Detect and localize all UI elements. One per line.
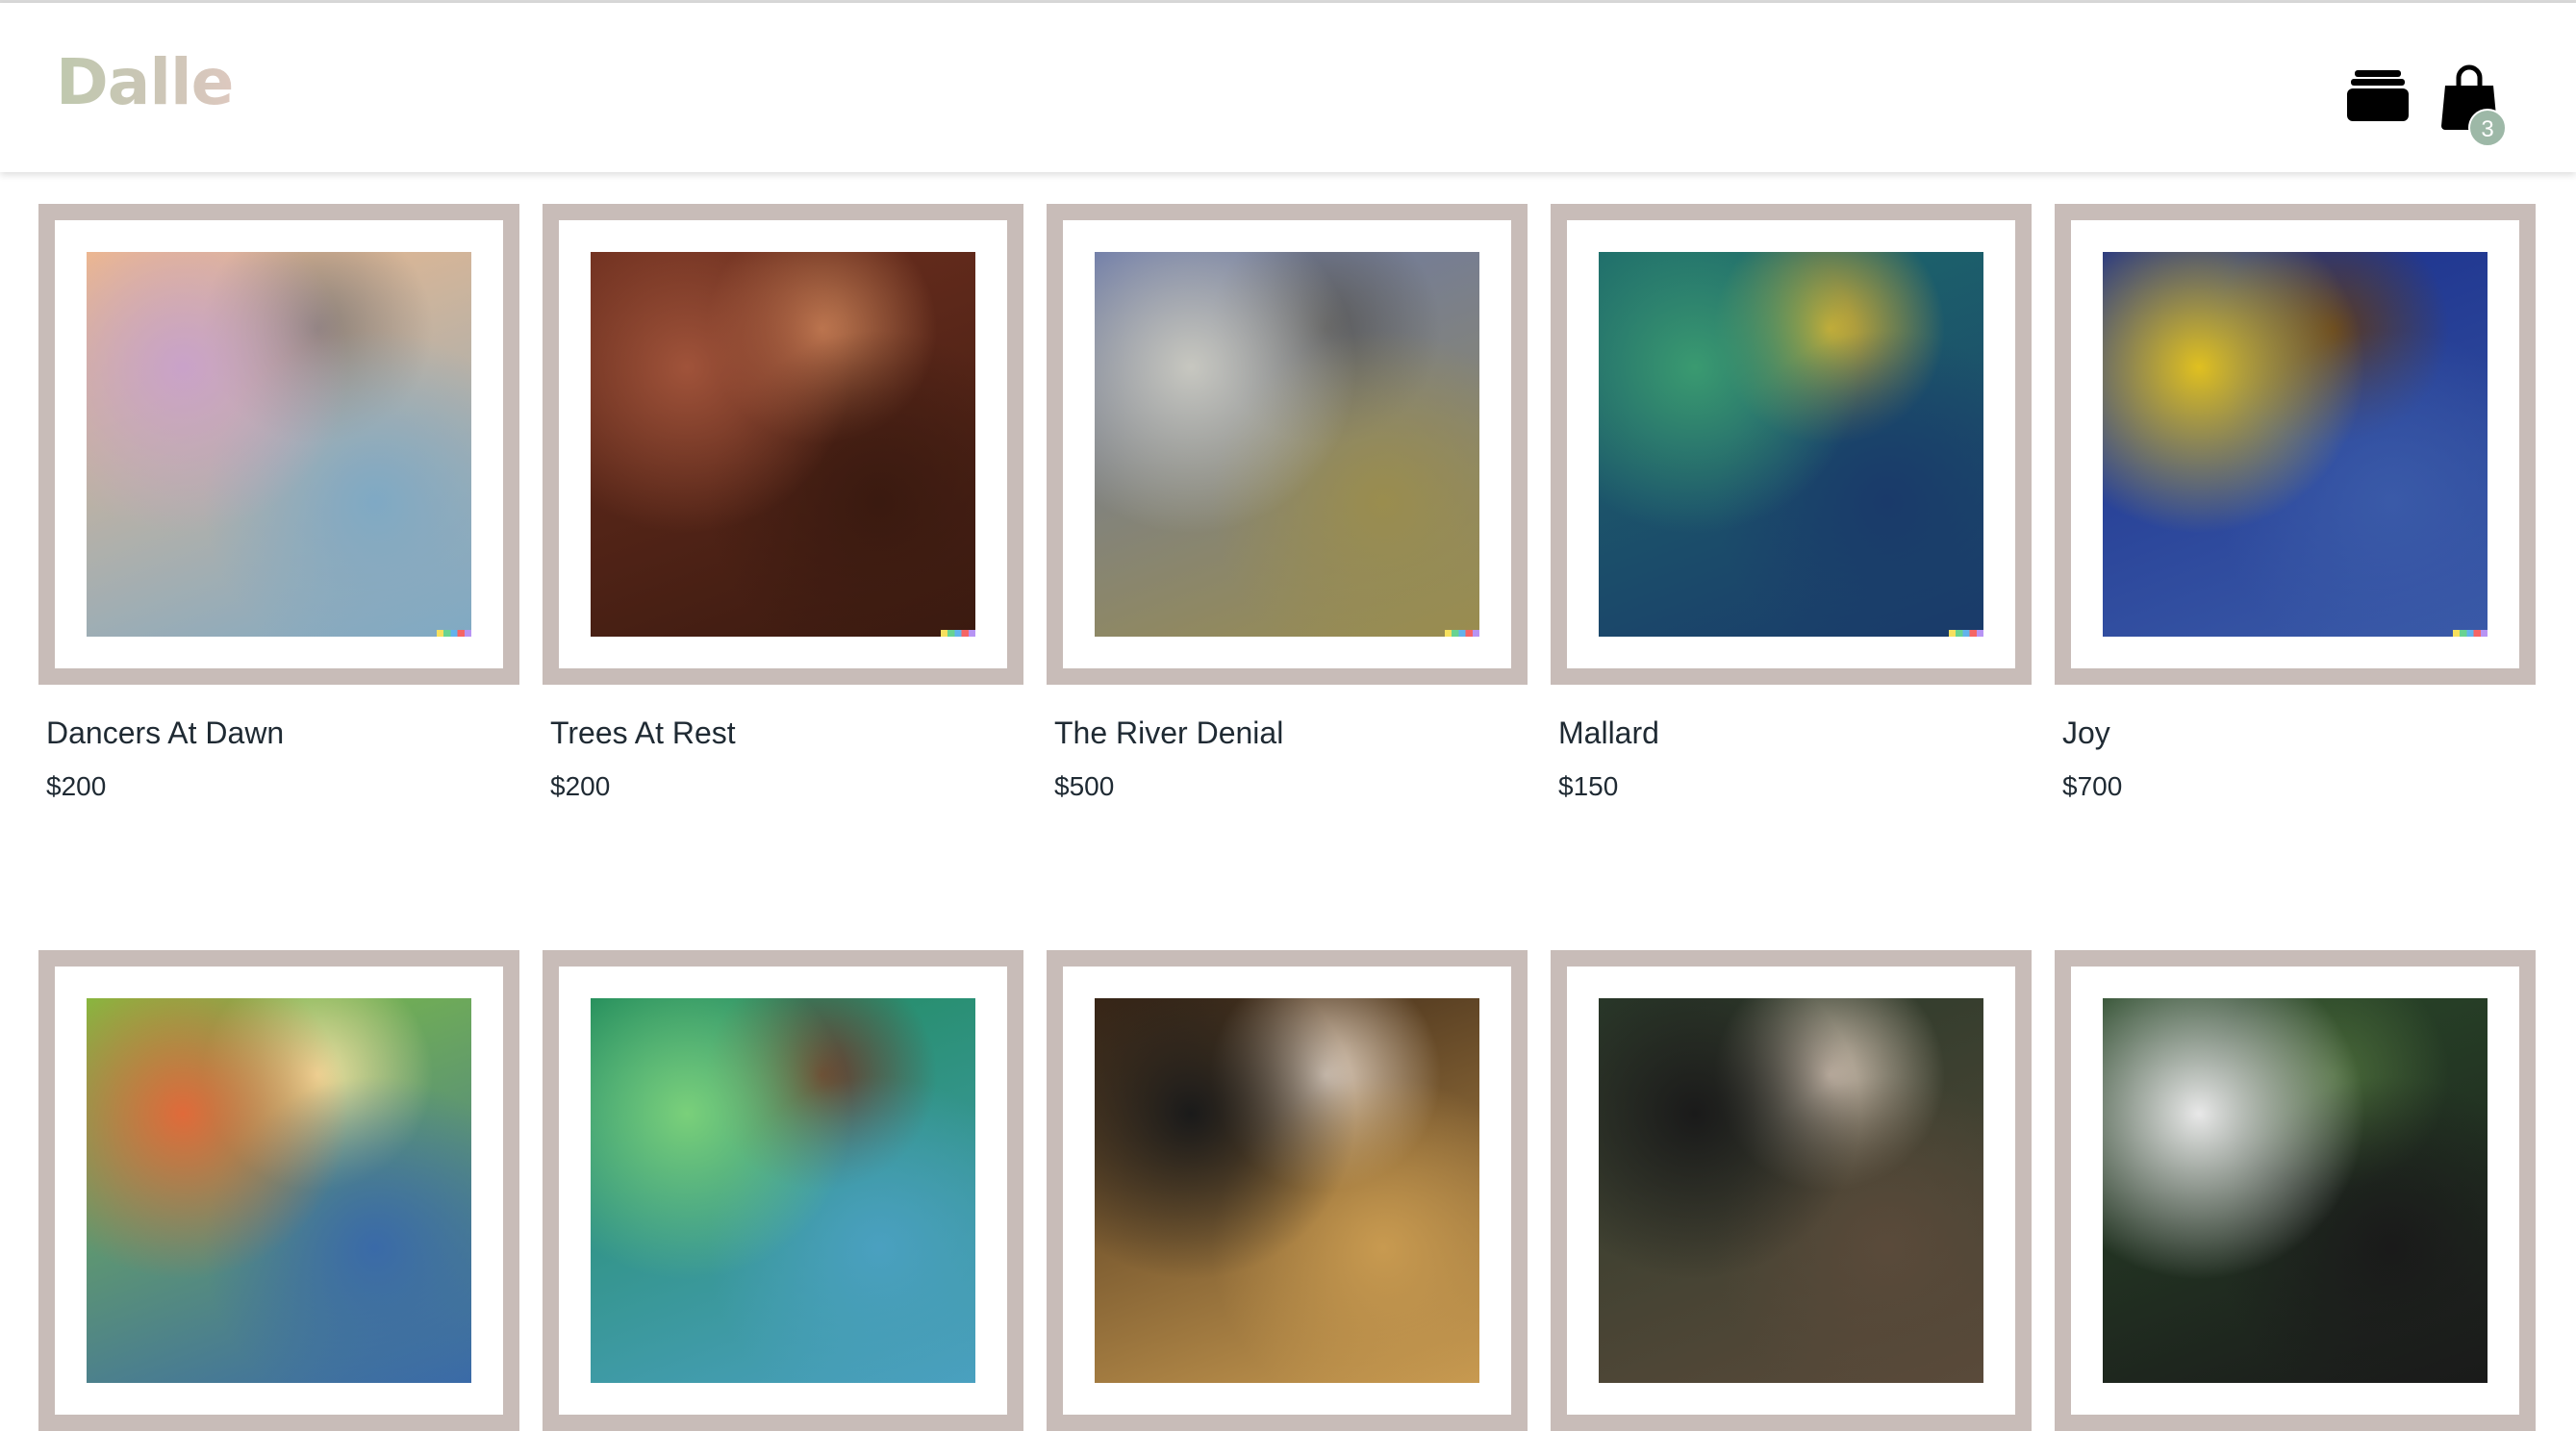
cart-count-badge: 3 bbox=[2468, 109, 2507, 147]
artwork-frame[interactable] bbox=[38, 950, 519, 1431]
artwork-frame[interactable] bbox=[1551, 950, 2032, 1431]
brand-logo[interactable]: Dalle bbox=[56, 51, 234, 114]
artwork-image bbox=[1599, 252, 1983, 637]
product-price: $200 bbox=[46, 771, 107, 801]
artwork-frame[interactable] bbox=[543, 204, 1023, 685]
product-title[interactable]: The River Denial bbox=[1054, 716, 1283, 751]
artwork-frame[interactable] bbox=[1047, 950, 1528, 1431]
product-price: $150 bbox=[1558, 771, 1619, 801]
artwork-image bbox=[1095, 998, 1479, 1383]
product-price: $500 bbox=[1054, 771, 1115, 801]
artwork-image bbox=[2103, 998, 2488, 1383]
generator-signature bbox=[437, 630, 471, 637]
artwork-image bbox=[1599, 998, 1983, 1383]
artwork-image bbox=[87, 998, 471, 1383]
gallery-stack-icon[interactable] bbox=[2347, 68, 2409, 122]
product-price: $200 bbox=[550, 771, 611, 801]
artwork-frame[interactable] bbox=[543, 950, 1023, 1431]
product-price: $700 bbox=[2062, 771, 2123, 801]
artwork-image bbox=[87, 252, 471, 637]
artwork-frame[interactable] bbox=[2055, 950, 2536, 1431]
generator-signature bbox=[941, 630, 975, 637]
artwork-image bbox=[591, 998, 975, 1383]
product-title[interactable]: Trees At Rest bbox=[550, 716, 736, 751]
product-title[interactable]: Mallard bbox=[1558, 716, 1659, 751]
generator-signature bbox=[1949, 630, 1983, 637]
generator-signature bbox=[1445, 630, 1479, 637]
artwork-image bbox=[1095, 252, 1479, 637]
artwork-frame[interactable] bbox=[1047, 204, 1528, 685]
product-title[interactable]: Joy bbox=[2062, 716, 2110, 751]
artwork-image bbox=[2103, 252, 2488, 637]
product-title[interactable]: Dancers At Dawn bbox=[46, 716, 284, 751]
artwork-frame[interactable] bbox=[38, 204, 519, 685]
artwork-image bbox=[591, 252, 975, 637]
site-header: Dalle 3 bbox=[0, 3, 2576, 172]
generator-signature bbox=[2453, 630, 2488, 637]
artwork-frame[interactable] bbox=[2055, 204, 2536, 685]
artwork-frame[interactable] bbox=[1551, 204, 2032, 685]
